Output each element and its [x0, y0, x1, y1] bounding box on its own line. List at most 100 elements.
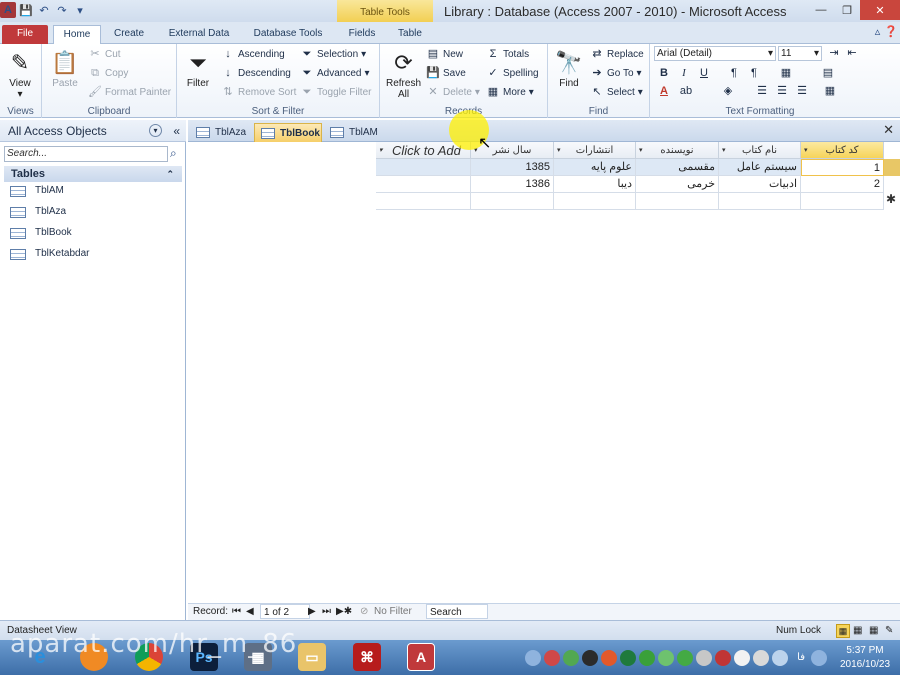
- last-record-icon[interactable]: ⏭: [322, 604, 331, 620]
- new-record-icon[interactable]: ✱: [886, 192, 896, 206]
- clock[interactable]: 5:37 PM 2016/10/23: [830, 644, 900, 672]
- cell-new[interactable]: [376, 193, 471, 210]
- new-record-button[interactable]: ▤ New: [426, 48, 463, 61]
- redo-icon[interactable]: ↷: [54, 2, 70, 18]
- design-view-icon[interactable]: ✎: [885, 621, 893, 641]
- select-button[interactable]: ↖ Select ▾: [590, 86, 642, 99]
- highlight-icon[interactable]: ab: [678, 84, 694, 99]
- tab-external-data[interactable]: External Data: [164, 25, 234, 44]
- cell-new[interactable]: [636, 193, 719, 210]
- descending-button[interactable]: ↓ Descending: [221, 67, 291, 80]
- toggle-filter-button[interactable]: ⏷ Toggle Filter: [300, 86, 372, 99]
- alternate-row-icon[interactable]: ▤: [820, 66, 836, 81]
- rtl-icon[interactable]: ¶: [746, 66, 762, 81]
- datasheet-view-icon[interactable]: ▦: [836, 624, 850, 638]
- find-button[interactable]: 🔭 Find: [554, 48, 584, 89]
- cell-empty[interactable]: [376, 159, 471, 176]
- cut-button[interactable]: ✂ Cut: [88, 48, 120, 61]
- delete-record-button[interactable]: ✕ Delete ▾: [426, 86, 480, 99]
- cell-new[interactable]: [719, 193, 801, 210]
- cell-book-name[interactable]: سیستم عامل: [719, 159, 801, 176]
- paste-button[interactable]: 📋 Paste: [50, 48, 80, 89]
- filter-button[interactable]: ⏷ Filter: [183, 48, 213, 89]
- network-icon[interactable]: [811, 649, 827, 666]
- more-button[interactable]: ▦ More ▾: [486, 86, 534, 99]
- save-record-button[interactable]: 💾 Save: [426, 67, 466, 80]
- tray-icon[interactable]: [563, 649, 580, 666]
- save-icon[interactable]: 💾: [18, 2, 34, 18]
- cell-new[interactable]: [554, 193, 636, 210]
- column-header-author[interactable]: ▾ نویسنده: [636, 142, 719, 159]
- format-painter-button[interactable]: 🖌 Format Painter: [88, 86, 171, 99]
- dropdown-icon[interactable]: ▾: [722, 142, 726, 159]
- dropdown-icon[interactable]: ▾: [557, 142, 561, 159]
- column-header-publisher[interactable]: ▾ انتشارات: [554, 142, 636, 159]
- tray-icon[interactable]: [677, 649, 694, 666]
- spelling-button[interactable]: ✓ Spelling: [486, 67, 538, 80]
- cell-book-name[interactable]: ادبیات: [719, 176, 801, 193]
- cell-year[interactable]: 1386: [471, 176, 554, 193]
- ascending-button[interactable]: ↓ Ascending: [221, 48, 284, 61]
- access-logo-icon[interactable]: A: [0, 2, 16, 18]
- collapse-pane-icon[interactable]: «: [173, 120, 180, 142]
- align-left-icon[interactable]: ☰: [754, 84, 770, 99]
- tab-create[interactable]: Create: [108, 25, 150, 44]
- restore-button[interactable]: ❐: [834, 0, 860, 20]
- tray-icon[interactable]: [734, 649, 751, 666]
- language-indicator[interactable]: فا: [797, 652, 805, 663]
- dropdown-icon[interactable]: ▾: [639, 142, 643, 159]
- tray-icon[interactable]: [658, 649, 675, 666]
- chevron-down-icon[interactable]: ▾: [149, 124, 162, 137]
- align-right-icon[interactable]: ☰: [794, 84, 810, 99]
- cell-book-code[interactable]: 2: [801, 176, 884, 193]
- customize-qat-icon[interactable]: ▾: [72, 2, 88, 18]
- tab-database-tools[interactable]: Database Tools: [248, 25, 328, 44]
- advanced-button[interactable]: ⏷ Advanced ▾: [300, 67, 370, 80]
- cell-book-code[interactable]: 1: [801, 159, 884, 176]
- tab-fields[interactable]: Fields: [342, 25, 382, 44]
- view-button[interactable]: ✎ View ▾: [5, 48, 35, 100]
- borders-icon[interactable]: ▦: [822, 84, 838, 99]
- column-header-book-code[interactable]: ▾ کد کتاب: [801, 142, 884, 159]
- cell-empty[interactable]: [376, 176, 471, 193]
- nav-item-tblbook[interactable]: TblBook: [10, 224, 72, 242]
- ltr-icon[interactable]: ¶: [726, 66, 742, 81]
- tables-section-header[interactable]: Tables ⌃: [4, 166, 182, 182]
- cell-publisher[interactable]: دیبا: [554, 176, 636, 193]
- doc-tab-tblam[interactable]: TblAM: [324, 123, 386, 142]
- doc-tab-tblaza[interactable]: TblAza: [190, 123, 252, 142]
- close-document-icon[interactable]: ✕: [883, 122, 894, 138]
- access-taskbar-icon[interactable]: A: [407, 643, 435, 671]
- fill-color-icon[interactable]: ◈: [720, 84, 736, 99]
- help-icon[interactable]: ❓: [884, 25, 898, 38]
- current-record-input[interactable]: 1 of 2: [260, 604, 310, 619]
- align-center-icon[interactable]: ☰: [774, 84, 790, 99]
- bold-button[interactable]: B: [656, 66, 672, 81]
- undo-icon[interactable]: ↶: [36, 2, 52, 18]
- tab-table[interactable]: Table: [392, 25, 428, 44]
- tray-icon[interactable]: [620, 649, 637, 666]
- first-record-icon[interactable]: ⏮: [232, 604, 241, 620]
- replace-button[interactable]: ⇄ Replace: [590, 48, 643, 61]
- tray-icon[interactable]: [696, 649, 713, 666]
- refresh-all-button[interactable]: ⟳ Refresh All: [386, 48, 421, 100]
- font-name-combo[interactable]: Arial (Detail) ▾: [654, 46, 776, 61]
- remove-sort-button[interactable]: ⇅ Remove Sort: [221, 86, 296, 99]
- cell-year[interactable]: 1385: [471, 159, 554, 176]
- tab-home[interactable]: Home: [53, 25, 101, 44]
- dropdown-icon[interactable]: ▾: [804, 142, 808, 159]
- pivot-table-icon[interactable]: ▦: [853, 621, 862, 641]
- underline-button[interactable]: U: [696, 66, 712, 81]
- doc-tab-tblbook[interactable]: TblBook: [254, 123, 322, 142]
- collapse-section-icon[interactable]: ⌃: [166, 166, 174, 182]
- next-record-icon[interactable]: ▶: [308, 604, 316, 620]
- copy-button[interactable]: ⧉ Copy: [88, 67, 128, 80]
- cell-author[interactable]: مقسمی: [636, 159, 719, 176]
- volume-icon[interactable]: [772, 649, 789, 666]
- tray-icon[interactable]: [601, 649, 618, 666]
- explorer-icon[interactable]: ▭: [298, 643, 326, 671]
- tray-icon[interactable]: [715, 649, 732, 666]
- increase-indent-icon[interactable]: ⇥: [826, 46, 842, 61]
- search-icon[interactable]: ⌕: [170, 146, 177, 161]
- previous-record-icon[interactable]: ◀: [246, 604, 254, 620]
